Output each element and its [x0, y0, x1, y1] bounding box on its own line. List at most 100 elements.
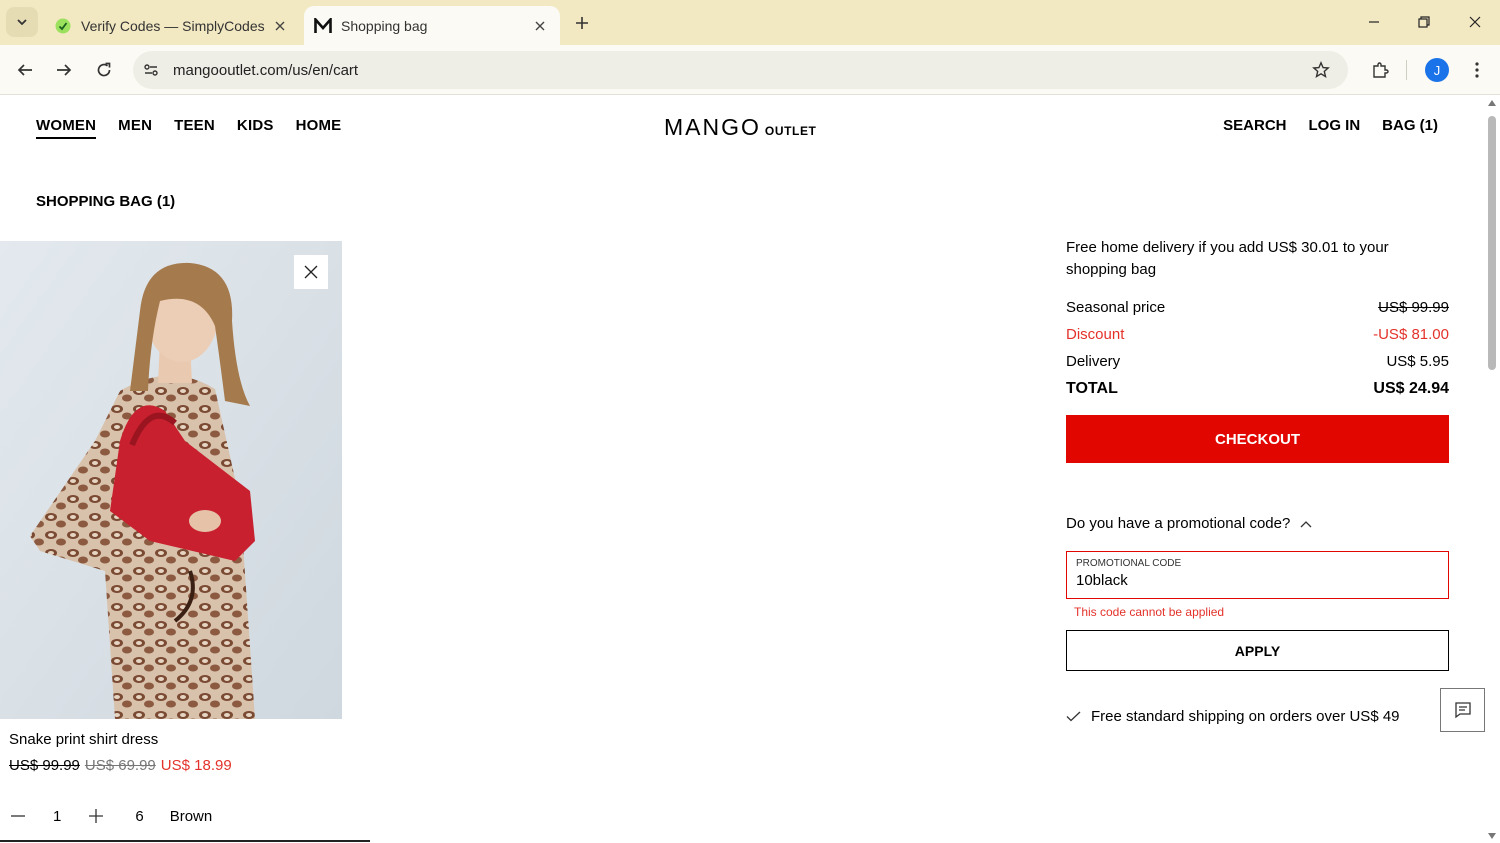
- color-selector[interactable]: Brown: [170, 808, 213, 825]
- reload-button[interactable]: [88, 54, 120, 86]
- puzzle-icon: [1373, 62, 1389, 78]
- total-label: TOTAL: [1066, 380, 1118, 397]
- restore-icon: [1418, 16, 1430, 28]
- logo-sub-text: OUTLET: [764, 124, 817, 138]
- chevron-down-icon: [17, 19, 27, 26]
- sale-price: US$ 18.99: [160, 757, 232, 774]
- nav-home[interactable]: HOME: [296, 117, 342, 139]
- promo-code-toggle[interactable]: Do you have a promotional code?: [1066, 515, 1312, 532]
- scrollbar-thumb[interactable]: [1488, 116, 1496, 370]
- close-tab-icon[interactable]: [268, 14, 292, 38]
- mango-outlet-logo[interactable]: MANGO OUTLET: [664, 114, 817, 141]
- promo-code-input[interactable]: 10black: [1076, 572, 1439, 589]
- page-content: WOMEN MEN TEEN KIDS HOME MANGO OUTLET SE…: [0, 96, 1485, 843]
- apply-promo-button[interactable]: APPLY: [1066, 630, 1449, 671]
- delivery-row: Delivery US$ 5.95: [1066, 353, 1449, 370]
- main-navigation: WOMEN MEN TEEN KIDS HOME: [36, 117, 341, 139]
- seasonal-price-row: Seasonal price US$ 99.99: [1066, 299, 1449, 316]
- decrease-quantity-button[interactable]: [9, 807, 27, 825]
- simplycodes-favicon-icon: [54, 17, 72, 35]
- product-prices: US$ 99.99 US$ 69.99 US$ 18.99: [9, 757, 232, 774]
- tab-strip: Verify Codes — SimplyCodes Shopping bag: [0, 0, 1500, 45]
- discount-value: -US$ 81.00: [1373, 326, 1449, 343]
- order-summary: Free home delivery if you add US$ 30.01 …: [1066, 237, 1449, 463]
- nav-men[interactable]: MEN: [118, 117, 152, 139]
- tab-shopping-bag[interactable]: Shopping bag: [304, 6, 560, 45]
- minimize-button[interactable]: [1351, 6, 1397, 38]
- site-info-icon[interactable]: [137, 56, 165, 84]
- tab-simplycodes[interactable]: Verify Codes — SimplyCodes: [44, 6, 300, 45]
- close-icon: [304, 265, 318, 279]
- nav-kids[interactable]: KIDS: [237, 117, 274, 139]
- back-button[interactable]: [9, 54, 41, 86]
- page-scrollbar[interactable]: [1485, 96, 1500, 843]
- arrow-left-icon: [17, 64, 32, 76]
- close-window-button[interactable]: [1452, 6, 1498, 38]
- extensions-button[interactable]: [1364, 54, 1396, 86]
- plus-icon: [576, 17, 588, 29]
- search-link[interactable]: SEARCH: [1223, 117, 1286, 134]
- bag-link[interactable]: BAG (1): [1382, 117, 1438, 134]
- more-vertical-icon: [1475, 62, 1479, 78]
- increase-quantity-button[interactable]: [87, 807, 105, 825]
- close-icon: [1469, 16, 1481, 28]
- mango-favicon-icon: [314, 17, 332, 35]
- discount-row: Discount -US$ 81.00: [1066, 326, 1449, 343]
- total-value: US$ 24.94: [1373, 380, 1449, 397]
- plus-icon: [89, 809, 104, 823]
- promo-code-question: Do you have a promotional code?: [1066, 515, 1291, 532]
- minimize-icon: [1369, 21, 1379, 23]
- browser-toolbar: mangooutlet.com/us/en/cart J: [0, 45, 1500, 95]
- minus-icon: [11, 815, 25, 817]
- checkout-button[interactable]: CHECKOUT: [1066, 415, 1449, 463]
- free-shipping-text: Free standard shipping on orders over US…: [1091, 708, 1400, 725]
- discount-label: Discount: [1066, 326, 1125, 343]
- check-icon: [1066, 711, 1081, 722]
- address-bar[interactable]: mangooutlet.com/us/en/cart: [133, 51, 1348, 89]
- tab-title: Shopping bag: [341, 17, 428, 34]
- delivery-value: US$ 5.95: [1386, 353, 1449, 370]
- total-row: TOTAL US$ 24.94: [1066, 380, 1449, 398]
- profile-avatar[interactable]: J: [1425, 58, 1449, 82]
- nav-teen[interactable]: TEEN: [174, 117, 215, 139]
- url-text[interactable]: mangooutlet.com/us/en/cart: [173, 62, 1306, 79]
- scroll-down-icon[interactable]: [1488, 833, 1496, 839]
- logo-main-text: MANGO: [664, 114, 761, 140]
- item-options: 1 6 Brown: [9, 807, 212, 825]
- free-delivery-message: Free home delivery if you add US$ 30.01 …: [1066, 239, 1389, 278]
- page-title: SHOPPING BAG (1): [36, 193, 176, 210]
- restore-button[interactable]: [1401, 6, 1447, 38]
- quantity-value: 1: [53, 807, 62, 825]
- size-selector[interactable]: 6: [135, 808, 143, 825]
- delivery-label: Delivery: [1066, 353, 1121, 370]
- previous-price: US$ 69.99: [84, 757, 156, 774]
- remove-item-button[interactable]: [294, 255, 328, 289]
- promo-code-label: PROMOTIONAL CODE: [1076, 558, 1182, 569]
- toolbar-divider: [1406, 60, 1407, 80]
- scroll-up-icon[interactable]: [1488, 100, 1496, 106]
- login-link[interactable]: LOG IN: [1308, 117, 1360, 134]
- chat-button[interactable]: [1440, 688, 1485, 732]
- original-price: US$ 99.99: [9, 757, 80, 774]
- product-image[interactable]: [0, 241, 342, 719]
- seasonal-price-label: Seasonal price: [1066, 299, 1166, 316]
- tab-search-button[interactable]: [6, 7, 38, 37]
- forward-button[interactable]: [48, 54, 80, 86]
- tab-title: Verify Codes — SimplyCodes: [81, 17, 265, 34]
- bookmark-star-icon[interactable]: [1306, 55, 1336, 85]
- reload-icon: [97, 62, 111, 77]
- browser-menu-button[interactable]: [1462, 54, 1492, 86]
- seasonal-price-value: US$ 99.99: [1378, 299, 1449, 316]
- arrow-right-icon: [57, 64, 72, 76]
- product-photo-illustration: [0, 241, 342, 719]
- chevron-up-icon: [1300, 520, 1312, 527]
- divider: [0, 840, 370, 842]
- product-name[interactable]: Snake print shirt dress: [9, 731, 158, 748]
- new-tab-button[interactable]: [568, 9, 596, 37]
- nav-women[interactable]: WOMEN: [36, 117, 97, 139]
- promo-error-message: This code cannot be applied: [1074, 605, 1225, 619]
- free-shipping-note: Free standard shipping on orders over US…: [1066, 708, 1400, 725]
- user-navigation: SEARCH LOG IN BAG (1): [1223, 117, 1438, 134]
- promo-code-field[interactable]: PROMOTIONAL CODE 10black: [1066, 551, 1449, 599]
- close-tab-icon[interactable]: [528, 14, 552, 38]
